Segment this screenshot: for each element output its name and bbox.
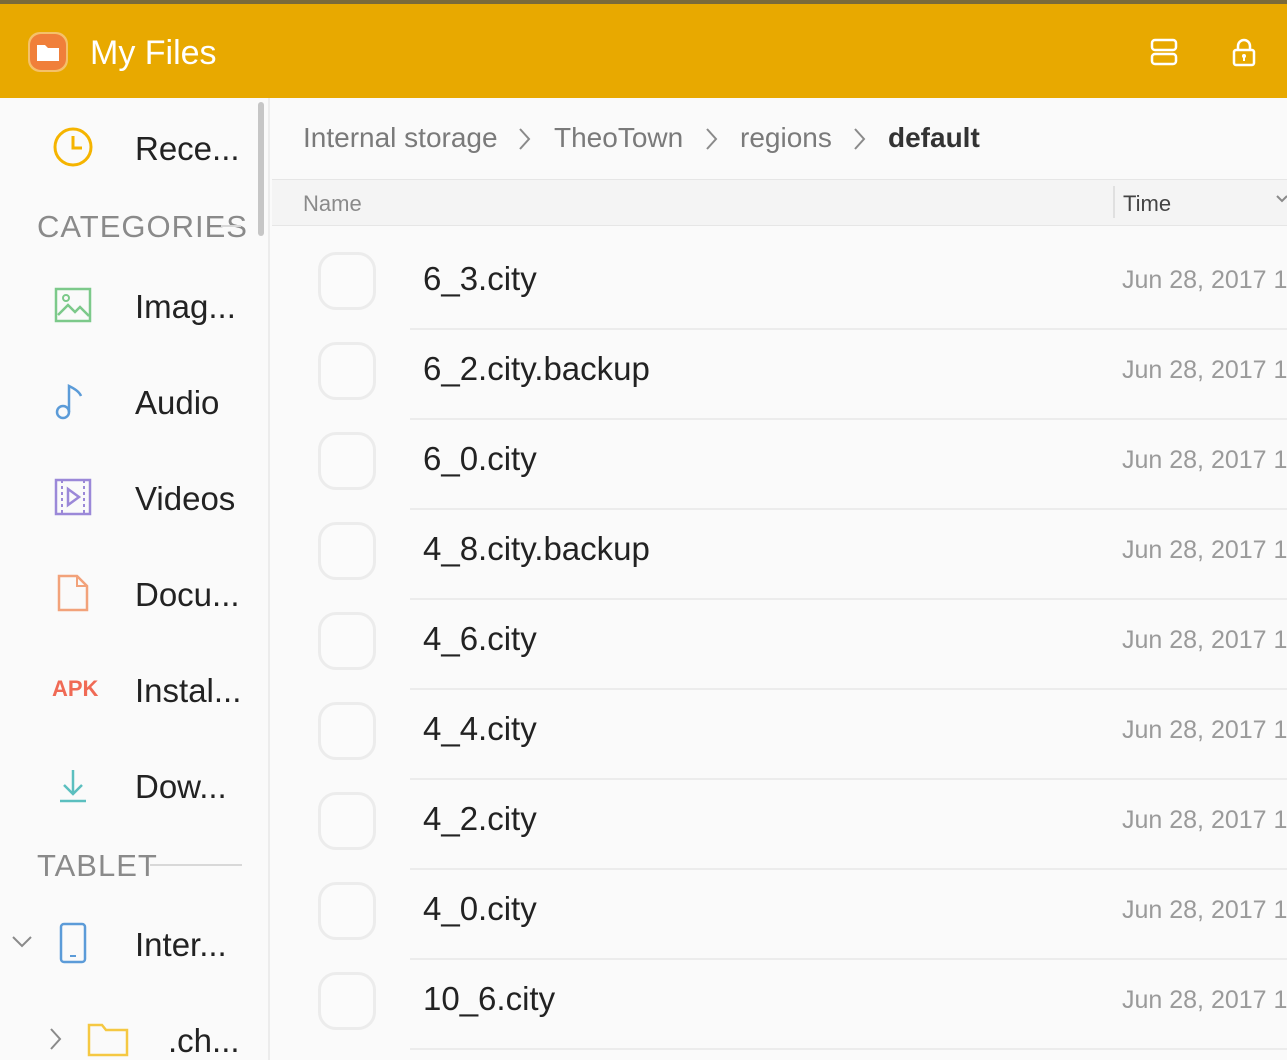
column-header: Name Time	[272, 180, 1287, 226]
file-time: Jun 28, 2017 1	[1122, 716, 1287, 744]
sidebar-item-label: Inter...	[135, 926, 227, 963]
chevron-down-icon[interactable]	[10, 934, 34, 950]
row-checkbox[interactable]	[318, 432, 376, 490]
breadcrumb-current: default	[888, 122, 980, 153]
folder-icon	[28, 32, 68, 72]
breadcrumb: Internal storage TheoTown regions defaul…	[272, 98, 1287, 180]
file-time: Jun 28, 2017 1	[1122, 266, 1287, 294]
file-name: 4_6.city	[423, 620, 537, 657]
tablet-header: TABLET	[37, 848, 158, 883]
file-time: Jun 28, 2017 1	[1122, 536, 1287, 564]
sidebar-item-downloads[interactable]: Dow...	[0, 744, 262, 824]
music-note-icon	[55, 383, 83, 420]
file-time: Jun 28, 2017 1	[1122, 806, 1287, 834]
file-name: 6_0.city	[423, 440, 537, 477]
row-checkbox[interactable]	[318, 252, 376, 310]
sidebar-item-images[interactable]: Imag...	[0, 264, 262, 344]
breadcrumb-item[interactable]: TheoTown	[554, 122, 683, 154]
table-row[interactable]: 6_3.city Jun 28, 2017 1	[272, 240, 1287, 330]
file-time: Jun 28, 2017 1	[1122, 986, 1287, 1014]
sidebar-item-internal-storage[interactable]: Inter...	[0, 902, 262, 982]
chevron-right-icon	[706, 128, 718, 150]
image-icon	[54, 287, 92, 323]
sidebar-item-label: Dow...	[135, 768, 227, 805]
sidebar-item-label: Audio	[135, 384, 220, 421]
row-checkbox[interactable]	[318, 792, 376, 850]
table-row[interactable]: 4_6.city Jun 28, 2017 1	[272, 600, 1287, 690]
sort-arrow-icon[interactable]	[1275, 192, 1287, 206]
sidebar-item-documents[interactable]: Docu...	[0, 552, 262, 632]
chevron-right-icon	[854, 128, 866, 150]
sidebar-item-label: Instal...	[135, 672, 242, 709]
column-time[interactable]: Time	[1123, 191, 1171, 217]
table-row[interactable]: 4_2.city Jun 28, 2017 1	[272, 780, 1287, 870]
clock-icon	[53, 127, 93, 167]
breadcrumb-item[interactable]: regions	[740, 122, 832, 154]
row-checkbox[interactable]	[318, 702, 376, 760]
sidebar-item-recent[interactable]: Rece...	[0, 106, 262, 186]
file-name: 4_2.city	[423, 800, 537, 837]
row-checkbox[interactable]	[318, 522, 376, 580]
sidebar-item-label: Videos	[135, 480, 236, 517]
chevron-right-icon[interactable]	[48, 1026, 64, 1052]
row-checkbox[interactable]	[318, 882, 376, 940]
file-time: Jun 28, 2017 1	[1122, 626, 1287, 654]
row-checkbox[interactable]	[318, 612, 376, 670]
table-row[interactable]: 6_2.city.backup Jun 28, 2017 1	[272, 330, 1287, 420]
chevron-right-icon	[519, 128, 531, 150]
app-title: My Files	[90, 34, 217, 72]
breadcrumb-item[interactable]: Internal storage	[303, 122, 498, 154]
file-name: 10_6.city	[423, 980, 556, 1017]
sidebar-item-videos[interactable]: Videos	[0, 456, 262, 536]
sidebar-item-label: .ch...	[168, 1022, 240, 1059]
sidebar-item-label: Imag...	[135, 288, 236, 325]
sidebar-item-label: Rece...	[135, 130, 240, 167]
row-checkbox[interactable]	[318, 972, 376, 1030]
sidebar-item-folder[interactable]: .ch...	[0, 998, 262, 1060]
view-toggle-icon[interactable]	[1149, 37, 1179, 67]
lock-icon[interactable]	[1229, 37, 1259, 67]
column-name[interactable]: Name	[303, 191, 362, 217]
file-time: Jun 28, 2017 1	[1122, 356, 1287, 384]
table-row[interactable]: 6_0.city Jun 28, 2017 1	[272, 420, 1287, 510]
file-name: 6_3.city	[423, 260, 537, 297]
video-icon	[54, 478, 92, 516]
sidebar-item-label: Docu...	[135, 576, 240, 613]
file-time: Jun 28, 2017 1	[1122, 446, 1287, 474]
section-divider	[150, 864, 242, 866]
sidebar-item-installation-files[interactable]: APK Instal...	[0, 648, 262, 728]
categories-header: CATEGORIES	[37, 209, 248, 244]
app-bar: My Files	[0, 0, 1287, 98]
document-icon	[57, 574, 89, 612]
file-name: 4_0.city	[423, 890, 537, 927]
file-time: Jun 28, 2017 1	[1122, 896, 1287, 924]
table-row[interactable]: 4_0.city Jun 28, 2017 1	[272, 870, 1287, 960]
sidebar-scrollbar[interactable]	[258, 102, 264, 236]
folder-icon	[87, 1023, 129, 1057]
file-list-panel: Internal storage TheoTown regions defaul…	[272, 98, 1287, 1060]
column-divider	[1113, 186, 1115, 218]
row-checkbox[interactable]	[318, 342, 376, 400]
file-name: 4_4.city	[423, 710, 537, 747]
file-name: 6_2.city.backup	[423, 350, 650, 387]
sidebar-item-audio[interactable]: Audio	[0, 360, 262, 440]
tablet-icon	[59, 922, 87, 964]
download-icon	[60, 770, 86, 803]
table-row[interactable]: 4_4.city Jun 28, 2017 1	[272, 690, 1287, 780]
table-row[interactable]: 10_6.city Jun 28, 2017 1	[272, 960, 1287, 1050]
sidebar: Rece... CATEGORIES Imag... Audio Videos	[0, 98, 270, 1060]
row-divider	[410, 1048, 1287, 1050]
apk-icon: APK	[52, 676, 99, 701]
file-name: 4_8.city.backup	[423, 530, 650, 567]
section-divider	[221, 225, 241, 227]
table-row[interactable]: 4_8.city.backup Jun 28, 2017 1	[272, 510, 1287, 600]
